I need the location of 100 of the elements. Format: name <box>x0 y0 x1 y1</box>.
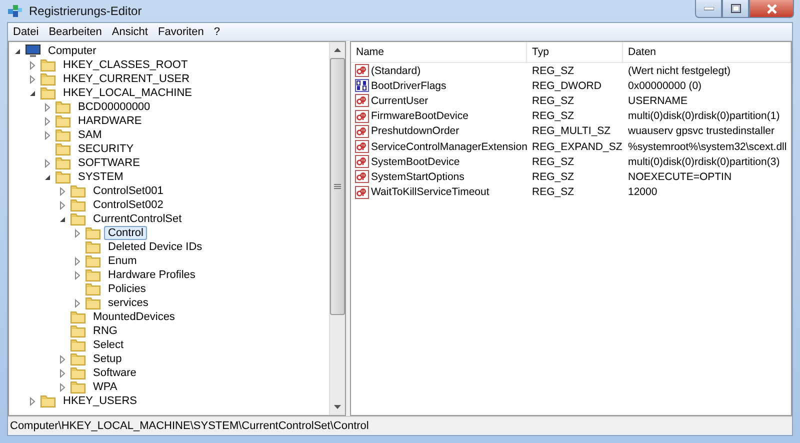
tree-item[interactable]: HKEY_CURRENT_USER <box>59 72 194 86</box>
computer-icon <box>25 44 41 58</box>
collapsed-arrow-icon[interactable] <box>58 186 67 196</box>
collapsed-arrow-icon[interactable] <box>58 382 67 392</box>
tree-item[interactable]: Setup <box>89 352 126 366</box>
scroll-up-arrow-icon[interactable] <box>334 48 341 52</box>
folder-icon <box>85 254 101 268</box>
folder-icon <box>40 86 56 100</box>
minimize-button[interactable] <box>695 0 722 18</box>
folder-icon <box>70 366 86 380</box>
value-type: REG_SZ <box>531 94 576 107</box>
collapsed-arrow-icon[interactable] <box>58 200 67 210</box>
tree-item[interactable]: services <box>104 296 152 310</box>
collapsed-arrow-icon[interactable] <box>43 116 52 126</box>
tree-item[interactable]: SECURITY <box>74 142 138 156</box>
scrollbar-thumb[interactable] <box>330 58 345 315</box>
value-name[interactable]: ServiceControlManagerExtension <box>371 140 528 153</box>
value-name[interactable]: (Standard) <box>371 64 421 77</box>
value-name[interactable]: SystemBootDevice <box>371 156 460 168</box>
string-value-icon <box>355 140 369 154</box>
folder-icon <box>55 100 71 114</box>
folder-icon <box>40 72 56 86</box>
tree-item[interactable]: BCD00000000 <box>74 100 154 114</box>
collapsed-arrow-icon[interactable] <box>73 298 82 308</box>
scroll-down-arrow-icon[interactable] <box>334 405 341 409</box>
folder-icon <box>55 156 71 170</box>
column-header[interactable]: Daten <box>623 42 791 62</box>
tree-item[interactable]: Control <box>104 226 148 240</box>
tree-item[interactable]: HKEY_USERS <box>59 394 141 408</box>
value-name[interactable]: SystemStartOptions <box>371 170 464 183</box>
folder-icon <box>40 58 56 72</box>
folder-icon <box>55 128 71 142</box>
collapsed-arrow-icon[interactable] <box>73 228 82 238</box>
collapsed-arrow-icon[interactable] <box>58 368 67 378</box>
expanded-arrow-icon[interactable] <box>13 46 22 56</box>
tree-item[interactable]: Policies <box>104 282 150 296</box>
tree-item[interactable]: ControlSet001 <box>89 184 168 198</box>
value-type: REG_EXPAND_SZ <box>531 140 623 153</box>
menu-item[interactable]: ? <box>208 24 225 40</box>
string-value-icon <box>355 170 369 184</box>
collapsed-arrow-icon[interactable] <box>28 74 37 84</box>
collapsed-arrow-icon[interactable] <box>73 270 82 280</box>
tree-item[interactable]: MountedDevices <box>89 310 179 324</box>
registry-editor-icon <box>7 3 23 19</box>
tree-item[interactable]: SYSTEM <box>74 170 128 184</box>
tree-item[interactable]: CurrentControlSet <box>89 212 186 226</box>
tree-item[interactable]: ControlSet002 <box>89 198 168 212</box>
collapsed-arrow-icon[interactable] <box>43 158 52 168</box>
collapsed-arrow-icon[interactable] <box>28 396 37 406</box>
collapsed-arrow-icon[interactable] <box>43 102 52 112</box>
maximize-button[interactable] <box>722 0 749 18</box>
value-type: REG_DWORD <box>531 80 602 92</box>
close-button[interactable] <box>749 0 794 18</box>
tree-item[interactable]: HKEY_LOCAL_MACHINE <box>59 86 196 100</box>
value-data: 12000 <box>627 186 658 198</box>
value-type: REG_SZ <box>531 186 576 198</box>
tree-item[interactable]: SAM <box>74 128 106 142</box>
value-name[interactable]: FirmwareBootDevice <box>371 110 468 122</box>
collapsed-arrow-icon[interactable] <box>43 130 52 140</box>
value-data: %systemroot%\system32\scext.dll <box>627 140 788 153</box>
collapsed-arrow-icon[interactable] <box>28 60 37 70</box>
menu-item[interactable]: Ansicht <box>106 24 153 40</box>
expanded-arrow-icon[interactable] <box>43 172 52 182</box>
folder-icon <box>85 240 101 254</box>
menu-item[interactable]: Datei <box>8 24 44 40</box>
tree-item[interactable]: Software <box>89 366 140 380</box>
value-name[interactable]: WaitToKillServiceTimeout <box>371 186 490 198</box>
vertical-scrollbar[interactable] <box>329 42 345 415</box>
tree-item[interactable]: WPA <box>89 380 122 394</box>
folder-icon <box>85 296 101 310</box>
grip-icon <box>334 184 341 190</box>
string-value-icon <box>355 186 369 199</box>
value-name[interactable]: PreshutdownOrder <box>371 125 460 138</box>
folder-icon <box>40 394 56 408</box>
tree-item[interactable]: SOFTWARE <box>74 156 144 170</box>
close-icon <box>766 4 778 14</box>
value-name[interactable]: CurrentUser <box>371 94 428 107</box>
value-name[interactable]: BootDriverFlags <box>371 80 446 92</box>
collapsed-arrow-icon[interactable] <box>58 354 67 364</box>
tree-item[interactable]: Deleted Device IDs <box>104 240 206 254</box>
value-type: REG_SZ <box>531 110 576 122</box>
tree-item[interactable]: HKEY_CLASSES_ROOT <box>59 58 192 72</box>
value-data: multi(0)disk(0)rdisk(0)partition(1) <box>627 110 781 122</box>
value-data: (Wert nicht festgelegt) <box>627 64 732 77</box>
menu-item[interactable]: Favoriten <box>152 24 209 40</box>
column-header[interactable]: Typ <box>527 42 623 62</box>
tree-item[interactable]: RNG <box>89 324 122 338</box>
value-data: 0x00000000 (0) <box>627 80 703 92</box>
expanded-arrow-icon[interactable] <box>28 88 37 98</box>
tree-item[interactable]: Enum <box>104 254 141 268</box>
expanded-arrow-icon[interactable] <box>58 214 67 224</box>
tree-item[interactable]: HARDWARE <box>74 114 146 128</box>
collapsed-arrow-icon[interactable] <box>73 256 82 266</box>
column-header[interactable]: Name <box>351 42 527 62</box>
tree-item[interactable]: Hardware Profiles <box>104 268 200 282</box>
tree-item[interactable]: Select <box>89 338 128 352</box>
tree-item[interactable]: Computer <box>44 44 100 58</box>
folder-icon <box>55 142 71 156</box>
value-data: NOEXECUTE=OPTIN <box>627 170 733 183</box>
menu-item[interactable]: Bearbeiten <box>44 24 107 40</box>
